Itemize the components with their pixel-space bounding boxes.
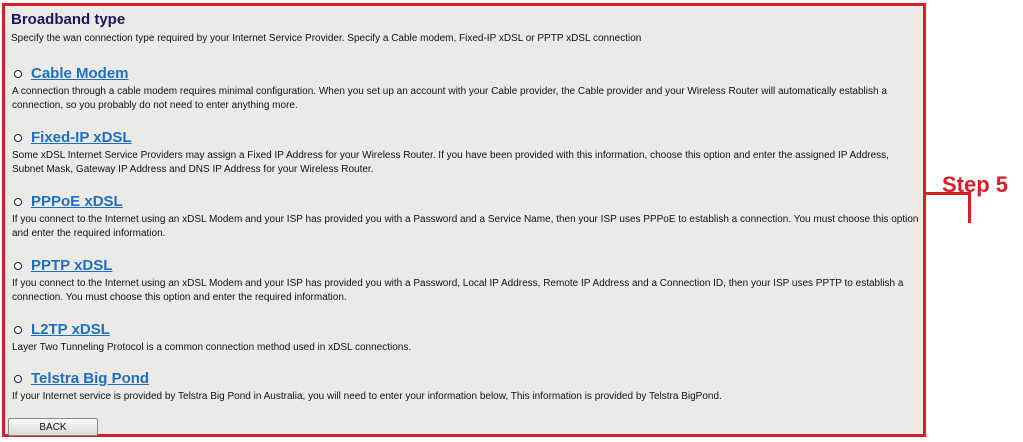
telstra-big-pond-radio[interactable] — [14, 375, 22, 383]
telstra-big-pond-description: If your Internet service is provided by … — [12, 391, 722, 402]
step-connector-horizontal — [926, 192, 970, 195]
fixed-ip-xdsl-link[interactable]: Fixed-IP xDSL — [31, 129, 132, 147]
l2tp-xdsl-link[interactable]: L2TP xDSL — [31, 321, 110, 339]
panel-content: Broadband type Specify the wan connectio… — [11, 11, 921, 45]
cable-modem-radio[interactable] — [14, 70, 22, 78]
option-pptp-xdsl[interactable]: PPTP xDSL If you connect to the Internet… — [11, 256, 923, 305]
fixed-ip-xdsl-description: Some xDSL Internet Service Providers may… — [12, 150, 889, 175]
broadband-type-panel: Broadband type Specify the wan connectio… — [2, 3, 926, 437]
step-connector-vertical — [968, 192, 971, 223]
cable-modem-description: A connection through a cable modem requi… — [12, 86, 887, 111]
pptp-xdsl-link[interactable]: PPTP xDSL — [31, 257, 112, 275]
pppoe-xdsl-description: If you connect to the Internet using an … — [12, 214, 919, 239]
option-fixed-ip-xdsl[interactable]: Fixed-IP xDSL Some xDSL Internet Service… — [11, 128, 923, 177]
cable-modem-link[interactable]: Cable Modem — [31, 65, 129, 83]
pppoe-xdsl-link[interactable]: PPPoE xDSL — [31, 193, 123, 211]
pptp-xdsl-description: If you connect to the Internet using an … — [12, 278, 904, 303]
l2tp-xdsl-radio[interactable] — [14, 326, 22, 334]
back-button[interactable]: BACK — [8, 418, 98, 436]
page-description: Specify the wan connection type required… — [11, 33, 642, 44]
option-telstra-big-pond[interactable]: Telstra Big Pond If your Internet servic… — [11, 369, 923, 404]
pppoe-xdsl-radio[interactable] — [14, 198, 22, 206]
telstra-big-pond-link[interactable]: Telstra Big Pond — [31, 370, 149, 388]
option-l2tp-xdsl[interactable]: L2TP xDSL Layer Two Tunneling Protocol i… — [11, 320, 923, 355]
l2tp-xdsl-description: Layer Two Tunneling Protocol is a common… — [12, 342, 412, 353]
pptp-xdsl-radio[interactable] — [14, 262, 22, 270]
fixed-ip-xdsl-radio[interactable] — [14, 134, 22, 142]
option-cable-modem[interactable]: Cable Modem A connection through a cable… — [11, 64, 923, 113]
page-title: Broadband type — [11, 11, 126, 28]
option-pppoe-xdsl[interactable]: PPPoE xDSL If you connect to the Interne… — [11, 192, 923, 241]
